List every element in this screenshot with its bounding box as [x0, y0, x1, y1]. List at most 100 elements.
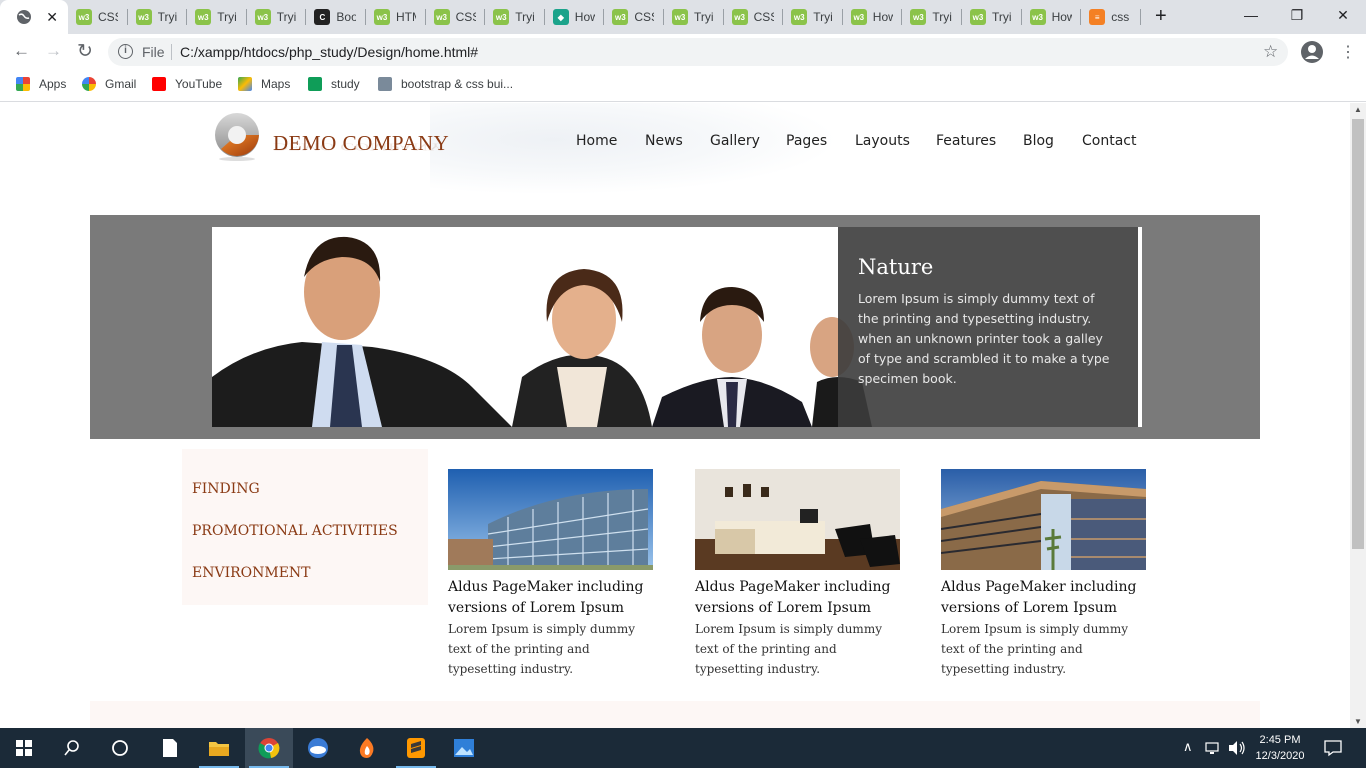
office-interior-photo[interactable] [695, 469, 900, 570]
nav-gallery[interactable]: Gallery [710, 133, 760, 149]
tab-10[interactable]: w3 CSS [604, 0, 664, 34]
tab-1[interactable]: w3 CSS [68, 0, 128, 34]
tab-4[interactable]: w3 Tryi [247, 0, 307, 34]
tab-9[interactable]: ◆ How [545, 0, 605, 34]
tab-6[interactable]: w3 HTM [366, 0, 426, 34]
taskbar-cloud-app[interactable] [294, 728, 342, 768]
card-title[interactable]: Aldus PageMaker including versions of Lo… [695, 577, 905, 619]
nav-blog[interactable]: Blog [1023, 133, 1054, 149]
nav-features[interactable]: Features [936, 133, 996, 149]
sidebar-link-promotional-activities[interactable]: PROMOTIONAL ACTIVITIES [192, 523, 398, 539]
company-logo-icon[interactable] [213, 113, 263, 161]
tab-active[interactable]: ✕ [0, 0, 68, 34]
system-clock[interactable]: 2:45 PM 12/3/2020 [1250, 732, 1310, 764]
menu-kebab-icon[interactable]: ⋮ [1340, 42, 1356, 62]
bookmark-study[interactable]: study [308, 77, 360, 91]
tab-title: Tryi [276, 10, 297, 24]
notification-icon[interactable] [1324, 739, 1342, 757]
page-scrollbar[interactable]: ▲ ▼ [1350, 103, 1366, 728]
card-title[interactable]: Aldus PageMaker including versions of Lo… [941, 577, 1151, 619]
scroll-up-icon[interactable]: ▲ [1354, 105, 1362, 114]
bookmark-star-icon[interactable]: ☆ [1263, 42, 1278, 62]
bookmark-youtube[interactable]: YouTube [152, 77, 222, 91]
footer-band [90, 701, 1260, 728]
tab-13[interactable]: w3 Tryi [783, 0, 843, 34]
tab-title: css [1111, 10, 1130, 24]
nav-pages[interactable]: Pages [786, 133, 827, 149]
nav-contact[interactable]: Contact [1082, 133, 1136, 149]
business-people-photo [212, 227, 912, 427]
flame-icon [359, 738, 374, 758]
tab-17[interactable]: w3 How [1022, 0, 1082, 34]
tab-title: How [872, 10, 893, 24]
nav-layouts[interactable]: Layouts [855, 133, 910, 149]
network-icon[interactable] [1205, 740, 1221, 756]
tab-14[interactable]: w3 How [843, 0, 903, 34]
tab-12[interactable]: w3 CSS [724, 0, 784, 34]
address-bar[interactable]: i File C:/xampp/htdocs/php_study/Design/… [108, 38, 1288, 66]
taskbar-chrome[interactable] [245, 728, 293, 768]
card-title[interactable]: Aldus PageMaker including versions of Lo… [448, 577, 658, 619]
tab-16[interactable]: w3 Tryi [962, 0, 1022, 34]
tab-7[interactable]: w3 CSS [426, 0, 486, 34]
folder-icon [209, 742, 229, 756]
search-button[interactable] [48, 728, 96, 768]
scrollbar-thumb[interactable] [1352, 119, 1364, 549]
sidebar-link-environment[interactable]: ENVIRONMENT [192, 565, 311, 581]
restore-button[interactable]: ❐ [1274, 0, 1320, 30]
bookmark-maps[interactable]: Maps [238, 77, 290, 91]
close-window-button[interactable]: ✕ [1320, 0, 1366, 30]
bookmark-bootstrap-css-bui[interactable]: bootstrap & css bui... [378, 77, 513, 91]
info-icon[interactable]: i [118, 44, 133, 59]
tab-title: Tryi [694, 10, 714, 24]
bookmark-gmail[interactable]: Gmail [82, 77, 136, 91]
office-building-photo[interactable] [448, 469, 653, 570]
tab-title: Tryi [932, 10, 952, 24]
globe-icon [17, 10, 31, 24]
profile-avatar[interactable] [1301, 41, 1323, 63]
start-button[interactable] [0, 728, 48, 768]
slide-caption: Nature Lorem Ipsum is simply dummy text … [838, 227, 1138, 427]
taskbar-notepad[interactable] [146, 728, 194, 768]
show-hidden-icons[interactable]: ∧ [1183, 739, 1193, 755]
bookmark-apps[interactable]: Apps [16, 77, 66, 91]
windows-taskbar: ∧ 2:45 PM 12/3/2020 [0, 728, 1366, 768]
tab-8[interactable]: w3 Tryi [485, 0, 545, 34]
taskbar-sublime[interactable] [392, 728, 440, 768]
tab-title: Tryi [992, 10, 1012, 24]
tab-3[interactable]: w3 Tryi [187, 0, 247, 34]
w3schools-icon: w3 [850, 9, 867, 25]
volume-icon[interactable] [1228, 740, 1246, 756]
url-text[interactable]: C:/xampp/htdocs/php_study/Design/home.ht… [180, 44, 478, 60]
tab-18[interactable]: ≡ css [1081, 0, 1141, 34]
minimize-icon: — [1244, 7, 1258, 23]
scroll-down-icon[interactable]: ▼ [1354, 717, 1362, 726]
hero-slider: Nature Lorem Ipsum is simply dummy text … [90, 215, 1260, 439]
new-tab-button[interactable]: + [1155, 5, 1167, 28]
taskbar-xampp[interactable] [343, 728, 391, 768]
taskbar-file-explorer[interactable] [195, 728, 243, 768]
reload-button[interactable]: ↻ [77, 40, 93, 63]
close-tab-icon[interactable]: ✕ [46, 9, 58, 26]
sidebar-link-finding[interactable]: FINDING [192, 481, 260, 497]
minimize-button[interactable]: — [1228, 0, 1274, 30]
task-view-button[interactable] [96, 728, 144, 768]
web-page: DEMO COMPANY DEMO COMPANY Home News Galler… [0, 103, 1350, 728]
back-button[interactable]: ← [13, 41, 30, 61]
card-text: Lorem Ipsum is simply dummy text of the … [695, 622, 882, 676]
tab-11[interactable]: w3 Tryi [664, 0, 724, 34]
feature-card-1: Aldus PageMaker including versions of Lo… [448, 469, 658, 679]
taskbar-photos[interactable] [440, 728, 488, 768]
tab-strip: ✕ w3CSSw3Tryiw3Tryiw3TryiCBoow3HTMw3CSSw… [0, 0, 1366, 34]
tab-5[interactable]: C Boo [306, 0, 366, 34]
sublime-text-icon [407, 738, 425, 758]
nav-home[interactable]: Home [576, 133, 617, 149]
bookmark-label: bootstrap & css bui... [401, 77, 514, 91]
tab-15[interactable]: w3 Tryi [902, 0, 962, 34]
w3schools-icon: w3 [433, 9, 450, 25]
modern-building-photo[interactable] [940, 469, 1146, 570]
nav-news[interactable]: News [645, 133, 683, 149]
forward-button[interactable]: → [45, 41, 62, 61]
tab-2[interactable]: w3 Tryi [128, 0, 188, 34]
person-icon [1305, 45, 1319, 59]
